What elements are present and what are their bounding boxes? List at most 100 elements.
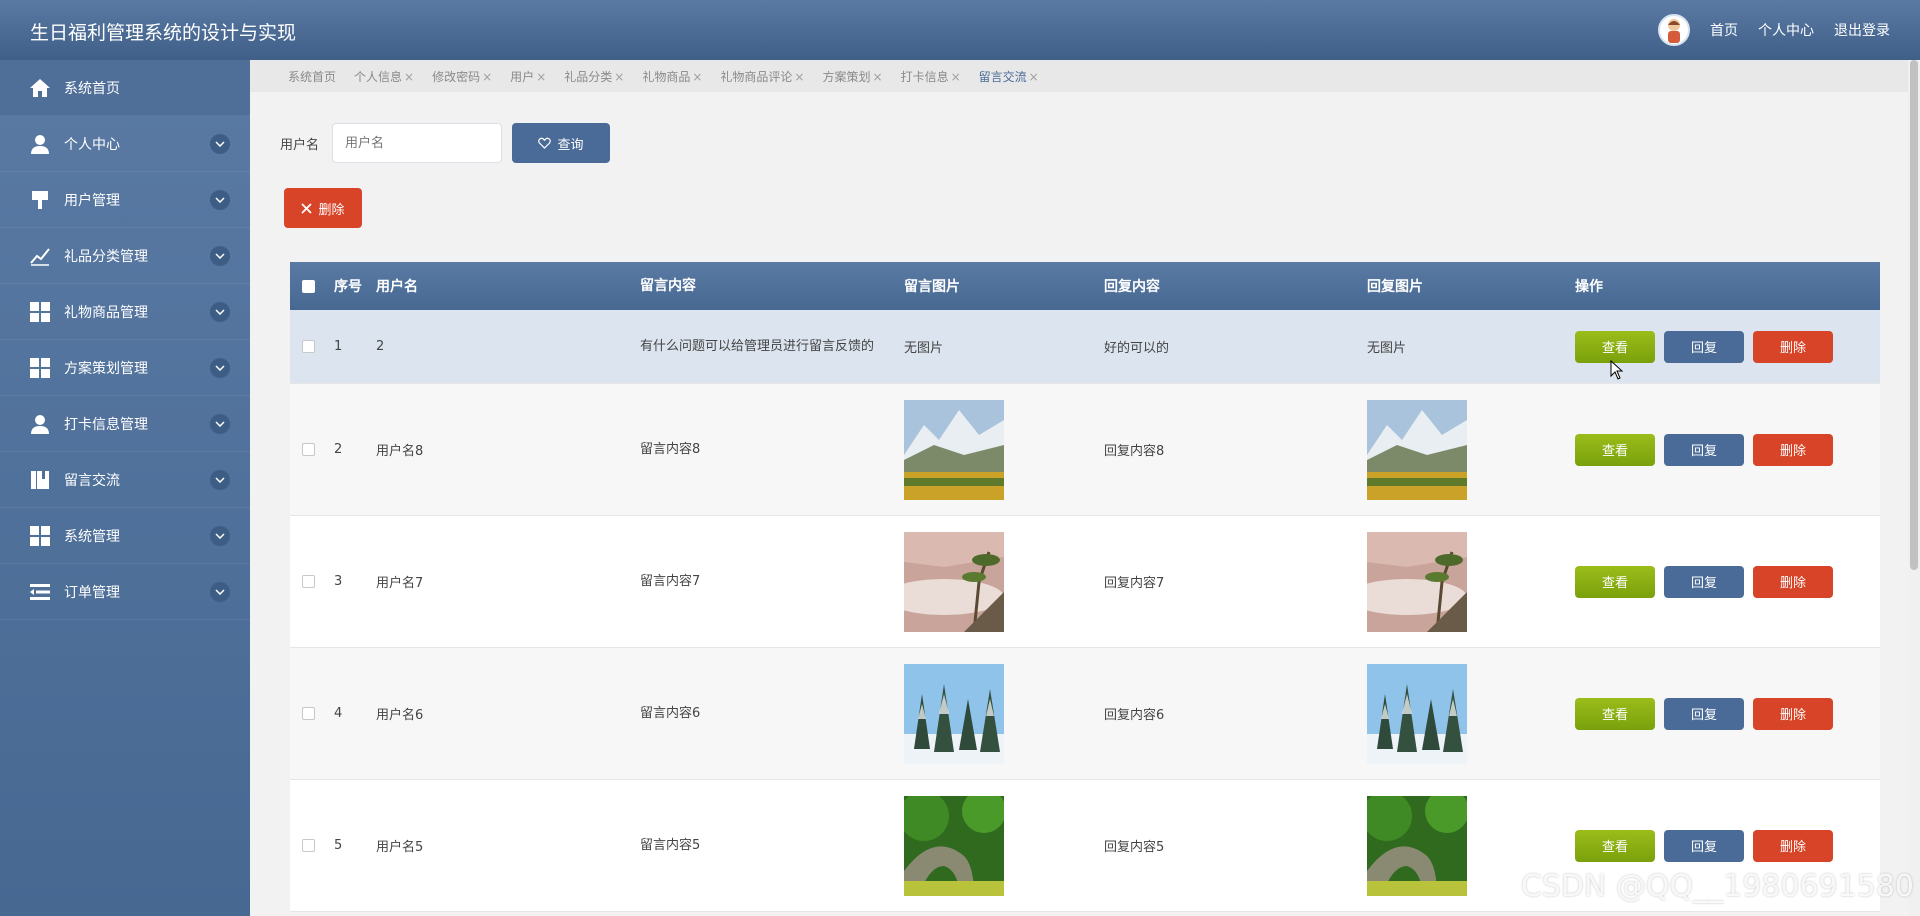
sidebar-item-label: 留言交流 <box>64 472 120 489</box>
delete-button[interactable]: 删除 <box>1753 697 1833 730</box>
chevron-down-icon[interactable] <box>210 134 230 154</box>
cell-username: 用户名7 <box>376 576 424 591</box>
close-icon[interactable]: × <box>614 70 624 84</box>
logout-link[interactable]: 退出登录 <box>1834 20 1890 40</box>
sidebar-item-personal[interactable]: 个人中心 <box>0 116 250 172</box>
row-checkbox[interactable] <box>301 443 315 456</box>
sidebar-item-plans[interactable]: 方案策划管理 <box>0 340 250 396</box>
username-search-input[interactable] <box>332 123 502 163</box>
message-image-thumbnail[interactable] <box>904 399 1004 500</box>
sidebar-item-gift-category[interactable]: 礼品分类管理 <box>0 228 250 284</box>
message-image-thumbnail[interactable] <box>904 531 1004 632</box>
delete-button[interactable]: 删除 <box>1753 330 1833 363</box>
tab-gift-reviews[interactable]: 礼物商品评论 × <box>720 68 804 85</box>
sidebar-item-messages[interactable]: 留言交流 <box>0 452 250 508</box>
home-link[interactable]: 首页 <box>1710 20 1738 40</box>
header-actions: 操作 <box>1575 279 1603 295</box>
message-image-thumbnail[interactable] <box>904 663 1004 764</box>
view-button[interactable]: 查看 <box>1575 565 1655 598</box>
row-checkbox[interactable] <box>301 707 315 720</box>
avatar[interactable] <box>1658 14 1690 46</box>
close-icon[interactable]: × <box>794 70 804 84</box>
reply-button[interactable]: 回复 <box>1664 330 1744 363</box>
tab-users[interactable]: 用户 × <box>510 68 546 85</box>
close-icon[interactable]: × <box>873 70 883 84</box>
delete-button[interactable]: 删除 <box>1753 565 1833 598</box>
sidebar-item-gift-products[interactable]: 礼物商品管理 <box>0 284 250 340</box>
tab-gift-category[interactable]: 礼品分类 × <box>564 68 624 85</box>
tab-checkin[interactable]: 打卡信息 × <box>901 68 961 85</box>
view-button[interactable]: 查看 <box>1575 697 1655 730</box>
mouse-cursor-icon <box>1610 360 1624 380</box>
row-checkbox[interactable] <box>301 340 315 353</box>
header-username: 用户名 <box>376 279 418 295</box>
sidebar-item-home[interactable]: 系统首页 <box>0 60 250 116</box>
sidebar-item-label: 礼品分类管理 <box>64 248 148 265</box>
reply-image-thumbnail[interactable] <box>1367 399 1467 500</box>
reply-button[interactable]: 回复 <box>1664 829 1744 862</box>
sidebar-item-orders[interactable]: 订单管理 <box>0 564 250 620</box>
cell-no: 1 <box>334 339 343 354</box>
tab-messages[interactable]: 留言交流 × <box>979 68 1039 85</box>
reply-button[interactable]: 回复 <box>1664 565 1744 598</box>
row-checkbox[interactable] <box>301 575 315 588</box>
close-icon[interactable]: × <box>482 70 492 84</box>
chevron-down-icon[interactable] <box>210 414 230 434</box>
cell-username: 用户名5 <box>376 840 424 855</box>
query-button[interactable]: 查询 <box>512 123 610 163</box>
watermark: CSDN @QQ__1980691580 <box>1520 869 1914 904</box>
vertical-scrollbar[interactable] <box>1908 60 1920 916</box>
view-button[interactable]: 查看 <box>1575 330 1655 363</box>
delete-button[interactable]: 删除 <box>1753 433 1833 466</box>
close-icon[interactable]: × <box>692 70 702 84</box>
batch-delete-button[interactable]: 删除 <box>284 188 362 228</box>
tab-plans[interactable]: 方案策划 × <box>822 68 882 85</box>
header-reply: 回复内容 <box>1104 279 1160 295</box>
scrollbar-thumb[interactable] <box>1910 60 1918 570</box>
profile-link[interactable]: 个人中心 <box>1758 20 1814 40</box>
chevron-down-icon[interactable] <box>210 582 230 602</box>
close-icon[interactable]: × <box>536 70 546 84</box>
tab-personal-info[interactable]: 个人信息 × <box>354 68 414 85</box>
close-icon[interactable]: × <box>951 70 961 84</box>
chevron-down-icon[interactable] <box>210 526 230 546</box>
close-icon[interactable]: × <box>1029 70 1039 84</box>
cell-no: 2 <box>334 442 343 457</box>
cell-reply: 好的可以的 <box>1104 341 1170 356</box>
sidebar-item-system[interactable]: 系统管理 <box>0 508 250 564</box>
tab-home[interactable]: 系统首页 <box>288 68 336 85</box>
cell-username: 用户名6 <box>376 708 424 723</box>
reply-image-thumbnail[interactable] <box>1367 663 1467 764</box>
chevron-down-icon[interactable] <box>210 470 230 490</box>
messages-table: 序号 用户名 留言内容 留言图片 回复内容 回复图片 操作 1 2 有什么问题可… <box>290 262 1880 912</box>
chevron-down-icon[interactable] <box>210 358 230 378</box>
grid-icon <box>28 356 52 380</box>
view-button[interactable]: 查看 <box>1575 829 1655 862</box>
sidebar-item-label: 系统管理 <box>64 528 120 545</box>
close-icon[interactable]: × <box>404 70 414 84</box>
sidebar-item-label: 订单管理 <box>64 584 120 601</box>
grid-icon <box>28 524 52 548</box>
home-icon <box>28 76 52 100</box>
tab-label: 修改密码 <box>432 69 481 84</box>
tab-label: 个人信息 <box>354 69 403 84</box>
chevron-down-icon[interactable] <box>210 190 230 210</box>
tab-gift-products[interactable]: 礼物商品 × <box>642 68 702 85</box>
sidebar-item-users[interactable]: 用户管理 <box>0 172 250 228</box>
select-all-checkbox[interactable] <box>301 279 315 293</box>
reply-button[interactable]: 回复 <box>1664 697 1744 730</box>
reply-image-thumbnail[interactable] <box>1367 795 1467 896</box>
delete-button[interactable]: 删除 <box>1753 829 1833 862</box>
reply-image-thumbnail[interactable] <box>1367 531 1467 632</box>
cell-reply: 回复内容7 <box>1104 576 1165 591</box>
row-checkbox[interactable] <box>301 839 315 852</box>
chevron-down-icon[interactable] <box>210 246 230 266</box>
header-message: 留言内容 <box>640 278 696 294</box>
reply-button[interactable]: 回复 <box>1664 433 1744 466</box>
tab-change-password[interactable]: 修改密码 × <box>432 68 492 85</box>
message-image-thumbnail[interactable] <box>904 795 1004 896</box>
view-button[interactable]: 查看 <box>1575 433 1655 466</box>
chevron-down-icon[interactable] <box>210 302 230 322</box>
sidebar-item-checkin[interactable]: 打卡信息管理 <box>0 396 250 452</box>
sidebar: 系统首页 个人中心 用户管理 礼品分类管理 礼物商品管理 方案策划管理 打卡信息… <box>0 60 250 916</box>
